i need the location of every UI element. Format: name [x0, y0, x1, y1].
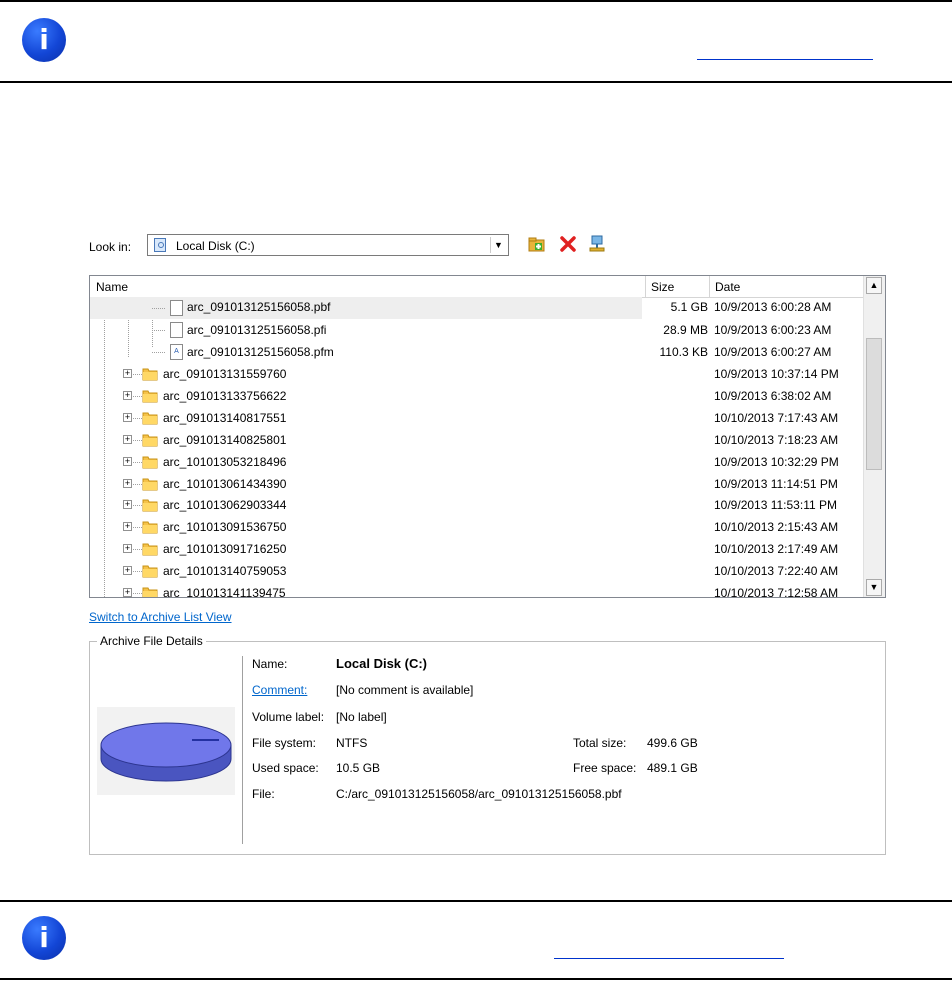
expand-icon[interactable]: +	[123, 434, 132, 444]
network-icon[interactable]	[587, 234, 607, 254]
table-row[interactable]: + arc_101013141139475 10/10/2013 7:12:58 A…	[90, 582, 864, 597]
column-date[interactable]: Date	[715, 280, 740, 294]
bottom-note-border-top	[0, 900, 952, 902]
folder-icon	[142, 368, 158, 381]
look-in-value: Local Disk (C:)	[176, 239, 255, 253]
new-folder-icon[interactable]	[527, 234, 547, 254]
look-in-label: Look in:	[89, 240, 132, 254]
file-system-value: NTFS	[336, 736, 368, 750]
table-row[interactable]: + arc_101013061434390 10/9/2013 11:14:51 P…	[90, 473, 864, 495]
chevron-down-icon[interactable]: ▼	[490, 237, 506, 253]
folder-icon	[142, 434, 158, 447]
scroll-down-icon[interactable]: ▼	[866, 579, 882, 596]
total-size-label: Total size:	[573, 736, 627, 750]
folder-icon	[142, 412, 158, 425]
top-note-border-top	[0, 0, 952, 2]
folder-icon	[142, 521, 158, 534]
expand-icon[interactable]: +	[123, 522, 132, 532]
column-name[interactable]: Name	[96, 280, 128, 294]
expand-icon[interactable]: +	[123, 566, 132, 576]
file-system-label: File system:	[252, 736, 317, 750]
used-space-label: Used space:	[252, 761, 319, 775]
folder-icon	[142, 478, 158, 490]
volume-label-label: Volume label:	[252, 710, 325, 724]
expand-icon[interactable]: +	[123, 456, 132, 466]
table-row[interactable]: + arc_091013140825801 10/10/2013 7:18:23 A…	[90, 429, 864, 451]
comment-value: [No comment is available]	[336, 683, 474, 697]
total-size-value: 499.6 GB	[647, 736, 698, 750]
file-icon	[170, 322, 183, 338]
info-icon: i	[22, 916, 66, 960]
table-row[interactable]: + arc_101013140759053 10/10/2013 7:22:40 A…	[90, 560, 864, 582]
look-in-dropdown[interactable]: Local Disk (C:) ▼	[147, 234, 509, 256]
file-label: File:	[252, 787, 275, 801]
folder-icon	[142, 499, 158, 512]
folder-icon	[142, 456, 158, 469]
table-row[interactable]: 5.1 GB 10/9/2013 6:00:28 AM	[90, 297, 864, 319]
table-row[interactable]: + arc_101013091536750 10/10/2013 2:15:43 A…	[90, 516, 864, 538]
volume-label-value: [No label]	[336, 710, 387, 724]
table-row[interactable]: + arc_091013140817551 10/10/2013 7:17:43 A…	[90, 407, 864, 429]
archive-tree-list[interactable]: Name Size Date arc_091013125156058.pbf 5…	[89, 275, 886, 598]
table-row[interactable]: + arc_091013133756622 10/9/2013 6:38:02 AM	[90, 385, 864, 407]
top-note-link-underline[interactable]	[697, 59, 873, 60]
table-row[interactable]: A arc_091013125156058.pfm 110.3 KB 10/9/…	[90, 341, 864, 363]
local-disk-icon	[154, 238, 166, 252]
column-size[interactable]: Size	[651, 280, 674, 294]
file-icon: A	[170, 344, 183, 360]
vertical-scrollbar[interactable]: ▲ ▼	[863, 276, 885, 597]
comment-link[interactable]: Comment:	[252, 683, 307, 697]
switch-to-archive-list-link[interactable]: Switch to Archive List View	[89, 610, 232, 624]
expand-icon[interactable]: +	[123, 478, 132, 488]
expand-icon[interactable]: +	[123, 500, 132, 510]
expand-icon[interactable]: +	[123, 588, 132, 597]
scroll-up-icon[interactable]: ▲	[866, 277, 882, 294]
folder-icon	[142, 390, 158, 403]
used-space-value: 10.5 GB	[336, 761, 381, 775]
name-label: Name:	[252, 657, 288, 671]
info-icon: i	[22, 18, 66, 62]
folder-icon	[142, 543, 158, 556]
table-row[interactable]: + arc_101013091716250 10/10/2013 2:17:49 A…	[90, 538, 864, 560]
bottom-note-border-bottom	[0, 978, 952, 980]
top-note-border-bottom	[0, 81, 952, 83]
expand-icon[interactable]: +	[123, 369, 132, 378]
table-row[interactable]: + arc_101013053218496 10/9/2013 10:32:29 P…	[90, 451, 864, 473]
details-separator	[242, 656, 243, 844]
expand-icon[interactable]: +	[123, 412, 132, 422]
list-header: Name Size Date	[90, 276, 863, 298]
free-space-value: 489.1 GB	[647, 761, 698, 775]
scroll-thumb[interactable]	[866, 338, 882, 470]
bottom-note-link-underline[interactable]	[554, 958, 784, 959]
expand-icon[interactable]: +	[123, 390, 132, 400]
disk-icon	[100, 722, 232, 782]
table-row[interactable]: + arc_101013062903344 10/9/2013 11:53:11 P…	[90, 494, 864, 516]
free-space-label: Free space:	[573, 761, 637, 775]
name-value: Local Disk (C:)	[336, 656, 428, 671]
table-row[interactable]: + arc_091013131559760 10/9/2013 10:37:14 P…	[90, 363, 864, 385]
table-row[interactable]: arc_091013125156058.pfi 28.9 MB 10/9/201…	[90, 319, 864, 341]
disk-image	[97, 707, 235, 795]
folder-icon	[142, 565, 158, 578]
expand-icon[interactable]: +	[123, 544, 132, 554]
folder-icon	[142, 587, 158, 597]
delete-icon[interactable]	[558, 234, 578, 254]
archive-file-details-title: Archive File Details	[97, 634, 206, 648]
file-value: C:/arc_091013125156058/arc_0910131251560…	[336, 787, 622, 801]
